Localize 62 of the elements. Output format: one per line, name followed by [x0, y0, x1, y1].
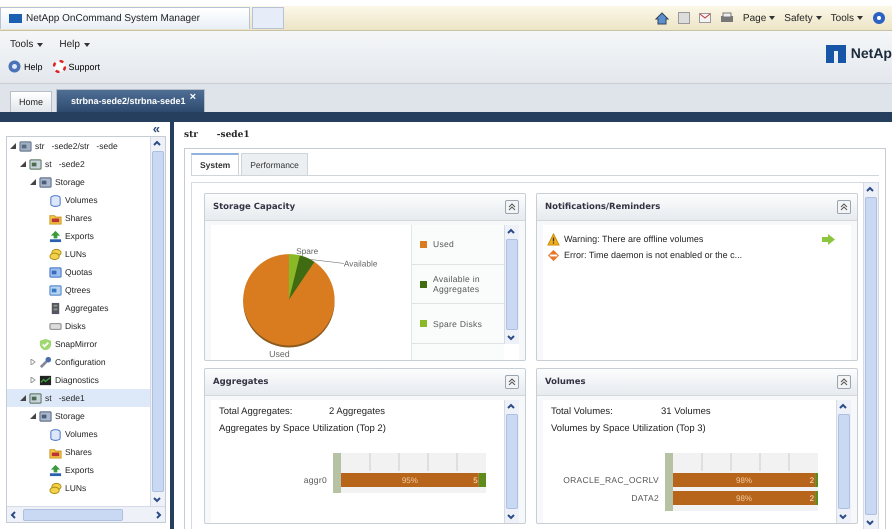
toolbar-button[interactable]: Support	[52, 60, 100, 73]
tree-item[interactable]: str -sede2/str -sede	[7, 137, 150, 155]
tree-item[interactable]: Diagnostics	[7, 371, 150, 389]
chart-subtitle: Volumes by Space Utilization (Top 3)	[551, 423, 706, 434]
data-label: 2	[810, 494, 814, 503]
menu-item[interactable]: Help	[59, 39, 80, 50]
legend-label: Spare Disks	[433, 318, 482, 329]
tree-item[interactable]: Quotas	[7, 263, 150, 281]
tree-item[interactable]: Storage	[7, 173, 150, 191]
tree-item[interactable]: Configuration	[7, 353, 150, 371]
stat-label: Total Aggregates:	[219, 406, 294, 419]
browser-tab[interactable]: NetApp OnCommand System Manager	[0, 7, 250, 29]
page-title: str -sede1	[184, 130, 251, 142]
tree-item[interactable]: LUNs	[7, 479, 150, 497]
pie-label: Available	[344, 258, 378, 269]
tab[interactable]: Performance	[241, 153, 308, 175]
tree-item[interactable]: Qtrees	[7, 281, 150, 299]
tree-item[interactable]: Disks	[7, 317, 150, 335]
browser-menu[interactable]: Tools	[830, 12, 854, 24]
tree-item[interactable]: st -sede2	[7, 155, 150, 173]
legend-label: Available in Aggregates	[433, 274, 481, 294]
tab[interactable]: Home	[10, 91, 52, 112]
logo-text: NetAp	[850, 45, 892, 61]
notification-text: Warning: There are offline volumes	[564, 234, 704, 244]
data-label: 98%	[736, 494, 752, 503]
pie-label: Spare	[296, 246, 318, 256]
tree-item[interactable]: Shares	[7, 209, 150, 227]
tree-item[interactable]: Aggregates	[7, 299, 150, 317]
tree-item[interactable]: Exports	[7, 227, 150, 245]
menu-item[interactable]: Tools	[10, 39, 34, 50]
data-label: 95%	[402, 476, 418, 485]
panel-title: Volumes	[545, 377, 586, 387]
notification-text: Error: Time daemon is not enabled or the c...	[564, 250, 742, 260]
category-label: DATA2	[631, 493, 659, 503]
panel-title: Notifications/Reminders	[545, 202, 660, 212]
legend-label: Used	[433, 239, 454, 250]
data-label: 98%	[736, 476, 752, 485]
chart-subtitle: Aggregates by Space Utilization (Top 2)	[219, 423, 386, 434]
data-label: 2	[810, 476, 814, 485]
data-label: 5	[473, 476, 478, 485]
toolbar-button[interactable]: Help	[8, 60, 43, 73]
tree-item[interactable]: LUNs	[7, 245, 150, 263]
category-label: aggr0	[304, 475, 327, 485]
collapse-button[interactable]: «	[152, 122, 160, 136]
stat-label: Total Volumes:	[551, 406, 614, 419]
tree-item[interactable]: Shares	[7, 443, 150, 461]
panel-title: Storage Capacity	[213, 202, 296, 212]
tree-item[interactable]: Volumes	[7, 425, 150, 443]
pie-label: Used	[269, 348, 290, 359]
tree-item[interactable]: SnapMirror	[7, 335, 150, 353]
category-label: ORACLE_RAC_OCRLV	[563, 475, 659, 485]
tree-item[interactable]: Storage	[7, 407, 150, 425]
tree-item[interactable]: st -sede1	[7, 389, 150, 407]
panel-title: Aggregates	[213, 377, 268, 387]
tab[interactable]: System	[191, 153, 240, 175]
browser-menu[interactable]: Safety	[784, 12, 813, 24]
tree-item[interactable]: Volumes	[7, 191, 150, 209]
tree-item[interactable]: Exports	[7, 461, 150, 479]
stat-value: 31 Volumes	[661, 406, 711, 419]
tab[interactable]: strbna-sede2/strbna-sede1 ×	[56, 89, 205, 112]
browser-menu[interactable]: Page	[742, 12, 766, 24]
stat-value: 2 Aggregates	[329, 406, 385, 419]
